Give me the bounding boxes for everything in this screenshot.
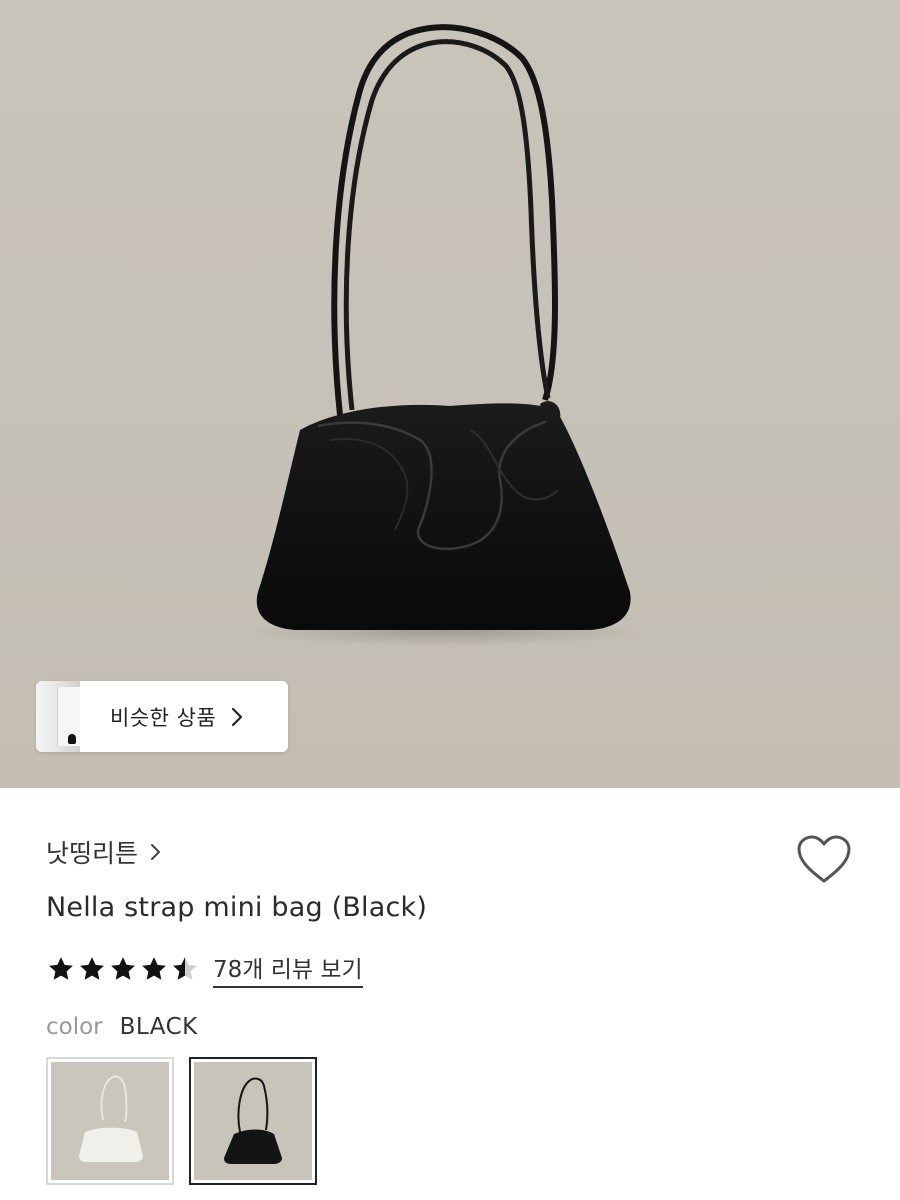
- white-bag-thumbnail: [51, 1062, 169, 1180]
- star-full-icon: [80, 957, 104, 980]
- star-full-icon: [142, 957, 166, 980]
- color-swatch-black[interactable]: [189, 1057, 317, 1185]
- similar-products-label: 비슷한 상품: [110, 705, 217, 730]
- color-swatch-white[interactable]: [46, 1057, 174, 1185]
- color-value: BLACK: [119, 1014, 198, 1040]
- similar-products-thumbnail: [36, 681, 80, 752]
- rating-row: 78개 리뷰 보기: [46, 950, 363, 988]
- chevron-right-icon: [151, 844, 161, 860]
- color-option-row: color BLACK: [46, 1014, 198, 1040]
- black-bag-thumbnail: [194, 1062, 312, 1180]
- product-title: Nella strap mini bag (Black): [46, 892, 428, 923]
- chevron-right-icon: [232, 707, 243, 726]
- brand-link[interactable]: 낫띵리튼: [46, 834, 162, 870]
- similar-products-button[interactable]: 비슷한 상품: [36, 681, 288, 752]
- product-hero-image[interactable]: 비슷한 상품: [0, 0, 900, 788]
- bag-photo: [245, 24, 645, 646]
- brand-name: 낫띵리튼: [46, 839, 139, 868]
- color-label: color: [46, 1014, 103, 1040]
- heart-outline-icon[interactable]: [796, 834, 852, 886]
- star-full-icon: [49, 957, 73, 980]
- star-half-icon: [173, 957, 197, 980]
- star-rating: [46, 954, 201, 984]
- view-reviews-link[interactable]: 78개 리뷰 보기: [213, 950, 363, 988]
- star-full-icon: [111, 957, 135, 980]
